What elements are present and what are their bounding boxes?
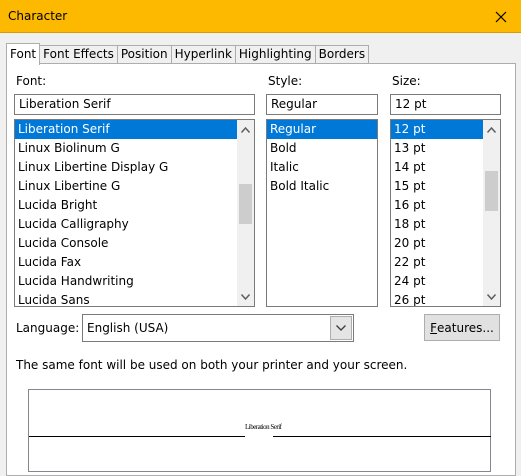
font-list-item[interactable]: Linux Libertine G — [15, 177, 254, 196]
style-list-item[interactable]: Regular — [267, 120, 377, 139]
title-bar: Character — [0, 0, 521, 33]
tab-borders[interactable]: Borders — [315, 45, 370, 64]
font-list-scrollbar[interactable] — [237, 120, 254, 306]
style-list[interactable]: Regular Bold Italic Bold Italic — [266, 119, 378, 307]
window-title: Character — [8, 9, 68, 23]
scroll-down-icon[interactable] — [237, 288, 254, 305]
font-list-item[interactable]: Lucida Fax — [15, 253, 254, 272]
scroll-up-icon[interactable] — [237, 121, 254, 138]
font-list-scroll-thumb[interactable] — [239, 184, 252, 224]
font-name-input[interactable]: Liberation Serif — [14, 94, 255, 115]
size-list-scrollbar[interactable] — [483, 120, 500, 306]
scroll-up-icon[interactable] — [483, 121, 500, 138]
features-button-accelerator: F — [430, 320, 438, 335]
language-label: Language: — [16, 321, 80, 335]
features-button-label: eatures... — [437, 320, 494, 335]
style-list-item[interactable]: Bold — [267, 139, 377, 158]
font-list-item[interactable]: Lucida Sans — [15, 291, 254, 306]
preview-baseline-right — [273, 436, 491, 437]
preview-baseline-left — [29, 436, 245, 437]
scroll-down-icon[interactable] — [483, 288, 500, 305]
size-list[interactable]: 12 pt 13 pt 14 pt 15 pt 16 pt 18 pt 20 p… — [390, 119, 501, 307]
size-list-scroll-thumb[interactable] — [485, 171, 498, 211]
font-preview: Liberation Serif — [28, 389, 491, 472]
language-dropdown[interactable]: English (USA) — [82, 314, 354, 342]
size-label: Size: — [392, 74, 421, 88]
style-list-item[interactable]: Bold Italic — [267, 177, 377, 196]
style-input[interactable]: Regular — [266, 94, 378, 115]
size-input[interactable]: 12 pt — [390, 94, 501, 115]
tab-font-effects[interactable]: Font Effects — [40, 45, 118, 64]
font-list-item[interactable]: Linux Libertine Display G — [15, 158, 254, 177]
language-value: English (USA) — [87, 321, 169, 335]
font-list-item[interactable]: Liberation Serif — [15, 120, 254, 139]
close-button[interactable] — [481, 0, 521, 33]
style-label: Style: — [268, 74, 303, 88]
tab-hyperlink[interactable]: Hyperlink — [171, 45, 236, 64]
tab-highlighting[interactable]: Highlighting — [235, 45, 316, 64]
tab-font[interactable]: Font — [6, 43, 41, 65]
style-list-item[interactable]: Italic — [267, 158, 377, 177]
tab-position[interactable]: Position — [117, 45, 172, 64]
character-dialog: Character Font Font Effects Position Hyp… — [0, 0, 521, 476]
font-list-item[interactable]: Lucida Bright — [15, 196, 254, 215]
font-list-item[interactable]: Lucida Console — [15, 234, 254, 253]
font-list-item[interactable]: Linux Biolinum G — [15, 139, 254, 158]
preview-sample-text: Liberation Serif — [245, 423, 282, 431]
close-icon — [495, 11, 507, 22]
font-list-item[interactable]: Lucida Handwriting — [15, 272, 254, 291]
font-list[interactable]: Liberation Serif Linux Biolinum G Linux … — [14, 119, 255, 307]
tab-bar: Font Font Effects Position Hyperlink Hig… — [6, 43, 370, 65]
features-button[interactable]: Features... — [424, 314, 500, 341]
font-label: Font: — [16, 74, 47, 88]
font-availability-note: The same font will be used on both your … — [16, 358, 408, 372]
chevron-down-icon[interactable] — [330, 316, 352, 340]
font-list-item[interactable]: Lucida Calligraphy — [15, 215, 254, 234]
